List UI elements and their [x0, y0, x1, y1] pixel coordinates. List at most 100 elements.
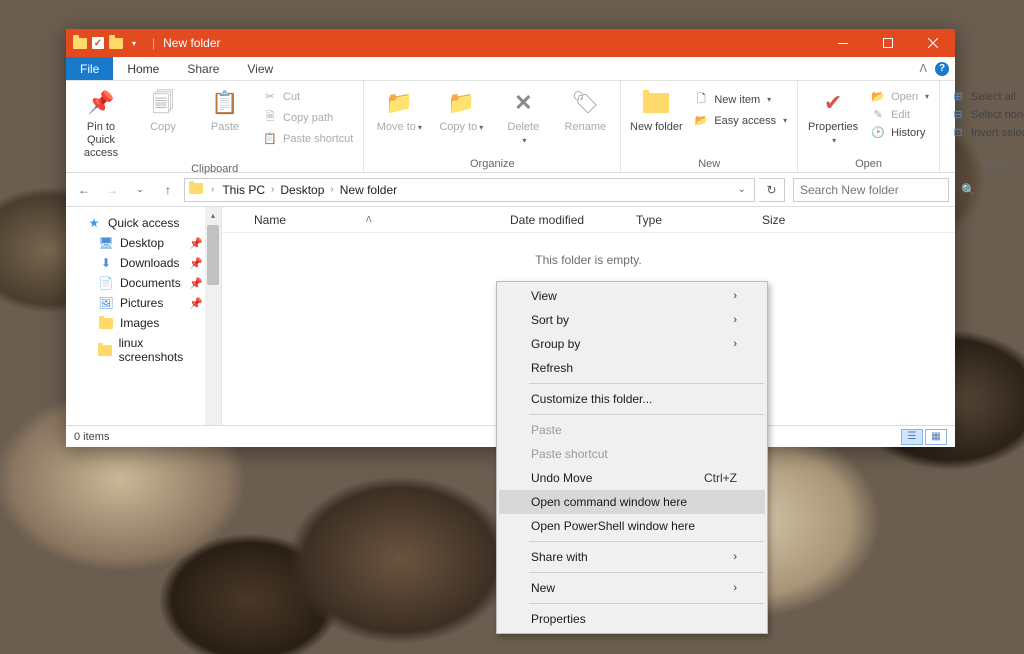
paste-shortcut-icon: 📋	[262, 132, 278, 145]
new-folder-button[interactable]: New folder	[627, 87, 685, 134]
sidebar-item-linux-screenshots[interactable]: linux screenshots	[66, 333, 221, 367]
ribbon-group-new: New folder 🗋New item▾ 📂Easy access▾ New	[621, 81, 798, 172]
select-all-button[interactable]: ⊞Select all	[946, 89, 1024, 104]
ribbon-group-select-label: Select	[946, 156, 1024, 172]
new-item-button[interactable]: 🗋New item▾	[689, 89, 791, 110]
scroll-thumb[interactable]	[207, 225, 219, 285]
context-paste[interactable]: Paste	[499, 418, 765, 442]
collapse-ribbon-icon[interactable]: ᐱ	[919, 62, 927, 75]
column-type[interactable]: Type	[628, 213, 754, 227]
tab-share[interactable]: Share	[173, 57, 233, 80]
chevron-right-icon[interactable]: ›	[330, 184, 333, 195]
titlebar[interactable]: ✓ ▾ | New folder	[66, 29, 955, 57]
maximize-button[interactable]	[865, 29, 910, 57]
delete-icon: ✕	[514, 87, 532, 119]
paste-label: Paste	[211, 121, 239, 134]
paste-shortcut-button[interactable]: 📋Paste shortcut	[258, 131, 357, 146]
context-undo-move[interactable]: Undo MoveCtrl+Z	[499, 466, 765, 490]
context-open-command-window[interactable]: Open command window here	[499, 490, 765, 514]
context-new[interactable]: New›	[499, 576, 765, 600]
pin-to-quick-access-button[interactable]: 📌 Pin to Quick access	[72, 87, 130, 161]
close-button[interactable]	[910, 29, 955, 57]
context-customize[interactable]: Customize this folder...	[499, 387, 765, 411]
sidebar-quick-access[interactable]: ★ Quick access	[66, 213, 221, 233]
copy-path-button[interactable]: 🗎Copy path	[258, 107, 357, 128]
sidebar-item-images[interactable]: Images	[66, 313, 221, 333]
context-view[interactable]: View›	[499, 284, 765, 308]
refresh-button[interactable]: ↻	[759, 178, 785, 202]
context-menu: View› Sort by› Group by› Refresh Customi…	[496, 281, 768, 634]
properties-button[interactable]: ✔ Properties▾	[804, 87, 862, 147]
rename-button[interactable]: 🏷 Rename	[556, 87, 614, 134]
move-to-button[interactable]: 📁 Move to▾	[370, 87, 428, 134]
tab-home[interactable]: Home	[113, 57, 173, 80]
folder-icon[interactable]	[108, 35, 124, 51]
back-button[interactable]: ←	[72, 178, 96, 202]
search-box[interactable]: 🔍	[793, 178, 949, 202]
column-name[interactable]: Nameᐱ	[246, 213, 502, 227]
address-dropdown-icon[interactable]: ⌄	[734, 184, 750, 195]
context-refresh[interactable]: Refresh	[499, 356, 765, 380]
copy-path-icon: 🗎	[262, 108, 278, 127]
open-icon: 📂	[870, 90, 886, 103]
separator	[529, 414, 764, 415]
sidebar-scrollbar[interactable]: ▴	[205, 207, 221, 425]
tab-file[interactable]: File	[66, 57, 113, 80]
history-button[interactable]: 🕑History	[866, 125, 933, 140]
chevron-right-icon: ›	[733, 314, 737, 326]
column-date[interactable]: Date modified	[502, 213, 628, 227]
cut-button[interactable]: ✂Cut	[258, 89, 357, 104]
chevron-right-icon[interactable]: ›	[271, 184, 274, 195]
search-icon[interactable]: 🔍	[961, 183, 976, 197]
properties-icon: ✔	[824, 87, 842, 119]
copy-icon: 🗐	[152, 87, 174, 119]
scroll-up-icon[interactable]: ▴	[205, 207, 221, 223]
forward-button[interactable]: →	[100, 178, 124, 202]
sidebar-item-desktop[interactable]: 🖥 Desktop 📌	[66, 233, 221, 253]
sidebar-item-pictures[interactable]: 🖼 Pictures 📌	[66, 293, 221, 313]
context-properties[interactable]: Properties	[499, 607, 765, 631]
up-button[interactable]: ↑	[156, 178, 180, 202]
context-share-with[interactable]: Share with›	[499, 545, 765, 569]
quick-access-dropdown-icon[interactable]: ▾	[126, 35, 142, 51]
properties-quick-icon[interactable]: ✓	[90, 35, 106, 51]
sidebar-item-downloads[interactable]: ⬇ Downloads 📌	[66, 253, 221, 273]
select-all-icon: ⊞	[950, 90, 966, 103]
invert-selection-button[interactable]: ⊡Invert selection	[946, 125, 1024, 140]
paste-button[interactable]: 📋 Paste	[196, 87, 254, 134]
column-size[interactable]: Size	[754, 213, 955, 227]
context-sort-by[interactable]: Sort by›	[499, 308, 765, 332]
item-count: 0 items	[74, 431, 109, 443]
separator	[529, 572, 764, 573]
context-group-by[interactable]: Group by›	[499, 332, 765, 356]
addressbar[interactable]: › This PC › Desktop › New folder ⌄	[184, 178, 755, 202]
open-button[interactable]: 📂Open▾	[866, 89, 933, 104]
ribbon-group-clipboard: 📌 Pin to Quick access 🗐 Copy 📋 Paste ✂Cu…	[66, 81, 364, 172]
context-paste-shortcut[interactable]: Paste shortcut	[499, 442, 765, 466]
pin-icon: 📌	[87, 87, 114, 119]
context-open-powershell-window[interactable]: Open PowerShell window here	[499, 514, 765, 538]
delete-button[interactable]: ✕ Delete▾	[494, 87, 552, 147]
details-view-button[interactable]: ☰	[901, 429, 923, 445]
copy-to-button[interactable]: 📁 Copy to▾	[432, 87, 490, 134]
thumbnails-view-button[interactable]: ▦	[925, 429, 947, 445]
copy-button[interactable]: 🗐 Copy	[134, 87, 192, 134]
easy-access-button[interactable]: 📂Easy access▾	[689, 113, 791, 128]
recent-locations-button[interactable]: ⌄	[128, 178, 152, 202]
keyboard-shortcut: Ctrl+Z	[704, 471, 737, 485]
separator	[529, 603, 764, 604]
breadcrumb-desktop[interactable]: Desktop	[280, 183, 324, 197]
edit-button[interactable]: ✎Edit	[866, 107, 933, 122]
window-title: New folder	[163, 36, 220, 50]
tab-view[interactable]: View	[233, 57, 287, 80]
paste-icon: 📋	[211, 87, 238, 119]
breadcrumb-new-folder[interactable]: New folder	[340, 183, 397, 197]
help-icon[interactable]: ?	[935, 62, 949, 76]
ribbon-group-select: ⊞Select all ⊟Select none ⊡Invert selecti…	[940, 81, 1024, 172]
breadcrumb-this-pc[interactable]: This PC	[222, 183, 265, 197]
select-none-button[interactable]: ⊟Select none	[946, 107, 1024, 122]
chevron-right-icon[interactable]: ›	[211, 184, 214, 195]
sidebar-item-documents[interactable]: 📄 Documents 📌	[66, 273, 221, 293]
search-input[interactable]	[800, 183, 955, 197]
minimize-button[interactable]	[820, 29, 865, 57]
